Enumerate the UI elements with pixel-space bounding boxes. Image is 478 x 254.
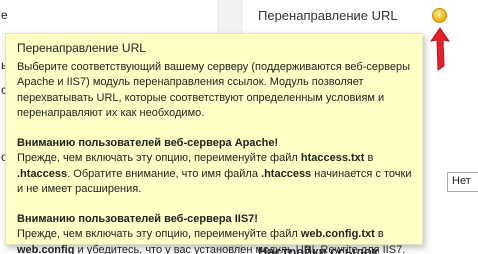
apache-file-htaccess: .htaccess	[17, 167, 68, 180]
select-value: Нет	[452, 175, 471, 187]
setting-label-url-rewrite: Перенаправление URL	[258, 8, 398, 23]
apache-text: . Обратите внимание, что имя файла	[67, 167, 262, 180]
tooltip-intro-text: Выберите соответствующий вашему серверу …	[17, 60, 410, 120]
iis-text: и убедитесь, что у вас установлен модуль…	[74, 243, 406, 254]
tooltip-popup: Перенаправление URL Выберите соответству…	[5, 33, 423, 254]
arrow-up-icon	[429, 27, 451, 71]
left-fragment: e	[1, 8, 8, 22]
warning-info-icon[interactable]: !	[432, 8, 447, 23]
iis-file-web-config: web.config	[17, 243, 75, 254]
iis-file-web-config-txt: web.config.txt	[300, 228, 375, 240]
apache-file-htaccess-2: .htaccess	[261, 167, 312, 180]
iis-text: в	[374, 228, 384, 240]
iis-text: Прежде, чем включать эту опцию, переимен…	[17, 228, 301, 240]
apache-text: в	[364, 152, 374, 164]
tooltip-intro: Выберите соответствующий вашему серверу …	[17, 60, 412, 122]
tooltip-iis-section: Вниманию пользователей веб-сервера IIS7!…	[17, 212, 412, 254]
tooltip-apache-section: Вниманию пользователей веб-сервера Apach…	[17, 136, 412, 198]
apache-heading: Вниманию пользователей веб-сервера Apach…	[17, 136, 279, 149]
apache-text: Прежде, чем включать эту опцию, переимен…	[17, 152, 301, 164]
tooltip-title: Перенаправление URL	[17, 41, 146, 55]
apache-file-htaccess-txt: htaccess.txt	[300, 152, 365, 164]
iis-heading: Вниманию пользователей веб-сервера IIS7!	[17, 212, 258, 225]
url-rewrite-select[interactable]: Нет	[447, 172, 478, 192]
